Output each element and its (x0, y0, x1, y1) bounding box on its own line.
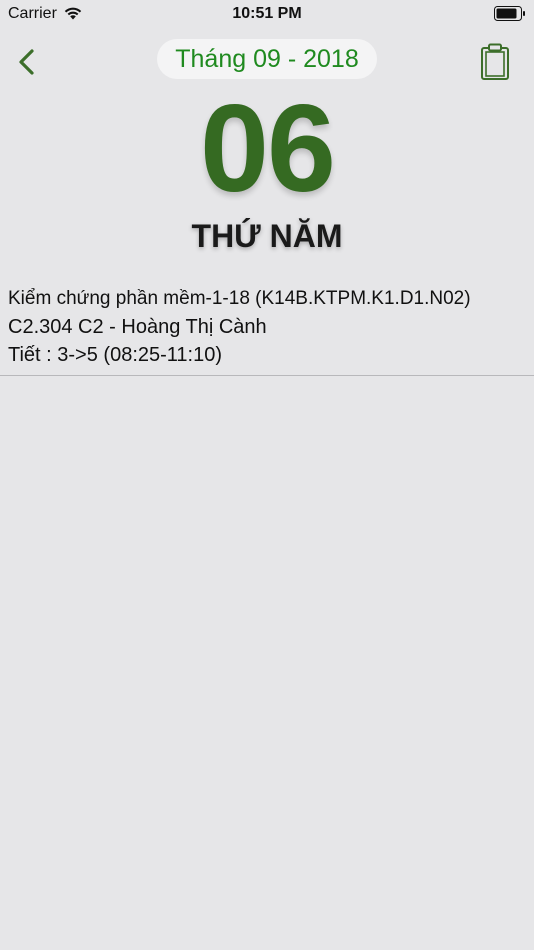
battery-icon (494, 6, 525, 21)
month-label: Tháng 09 - 2018 (175, 44, 359, 73)
status-bar: Carrier 10:51 PM (0, 0, 534, 28)
clipboard-icon[interactable] (480, 43, 510, 81)
status-time: 10:51 PM (232, 5, 302, 22)
course-name: Kiểm chứng phần mềm-1-18 (K14B.KTPM.K1.D… (8, 288, 471, 309)
back-button[interactable] (10, 44, 42, 80)
period-time: Tiết : 3->5 (08:25-11:10) (8, 344, 223, 366)
chevron-left-icon (19, 49, 34, 75)
schedule-item[interactable]: Kiểm chứng phần mềm-1-18 (K14B.KTPM.K1.D… (0, 285, 534, 376)
room-instructor: C2.304 C2 - Hoàng Thị Cành (8, 316, 267, 338)
day-number: 06 (200, 80, 336, 218)
weekday-label: THỨ NĂM (191, 218, 343, 254)
month-selector[interactable]: Tháng 09 - 2018 (157, 39, 377, 79)
